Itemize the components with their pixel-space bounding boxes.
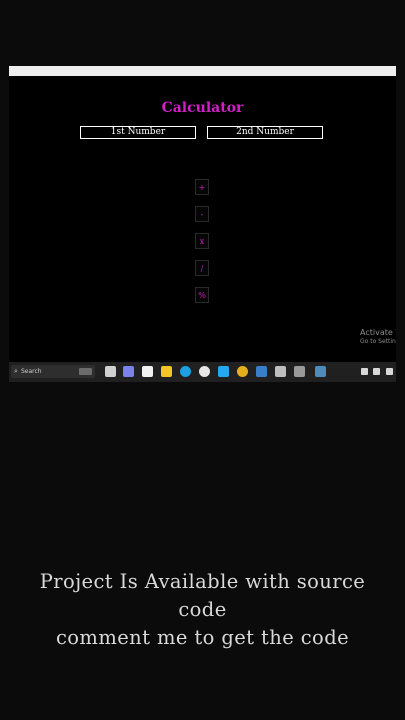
python-icon[interactable] <box>315 366 326 377</box>
settings-icon[interactable] <box>386 368 393 375</box>
add-button[interactable]: + <box>195 179 209 195</box>
divide-button[interactable]: / <box>195 260 209 276</box>
caption-line-2: code <box>178 598 227 621</box>
calculator-screen: Calculator + - x / % Activate Windows Go… <box>9 76 396 362</box>
edge-icon[interactable] <box>180 366 191 377</box>
taskbar: ⌕ Search <box>9 362 396 382</box>
file-icon[interactable] <box>142 366 153 377</box>
caption-line-3: comment me to get the code <box>55 626 350 649</box>
subtract-button[interactable]: - <box>195 206 209 222</box>
app-icon[interactable] <box>256 366 267 377</box>
caption: Project Is Available with source code co… <box>0 568 405 652</box>
second-number-input[interactable] <box>207 126 323 139</box>
task-view-icon[interactable] <box>105 366 116 377</box>
watermark-subtitle: Go to Settings to activate Windows. <box>360 338 396 345</box>
chrome-icon[interactable] <box>237 366 248 377</box>
vscode-icon[interactable] <box>218 366 229 377</box>
browser-top-bar <box>9 66 396 76</box>
pen-icon[interactable] <box>294 366 305 377</box>
folder-icon[interactable] <box>161 366 172 377</box>
network-icon[interactable] <box>373 368 380 375</box>
taskbar-search-label: Search <box>21 368 42 375</box>
github-icon[interactable] <box>199 366 210 377</box>
modulo-button[interactable]: % <box>195 287 209 303</box>
search-icon: ⌕ <box>14 367 18 375</box>
page-title: Calculator <box>161 100 244 116</box>
chevron-up-icon[interactable] <box>361 368 368 375</box>
multiply-button[interactable]: x <box>195 233 209 249</box>
teams-icon[interactable] <box>123 366 134 377</box>
taskbar-search[interactable]: ⌕ Search <box>11 365 95 378</box>
database-icon[interactable] <box>275 366 286 377</box>
watermark-title: Activate Windows <box>360 328 396 337</box>
caption-line-1: Project Is Available with source <box>39 570 366 593</box>
search-highlight-icon <box>79 368 92 375</box>
activate-windows-watermark: Activate Windows Go to Settings to activ… <box>360 328 396 345</box>
first-number-input[interactable] <box>80 126 196 139</box>
